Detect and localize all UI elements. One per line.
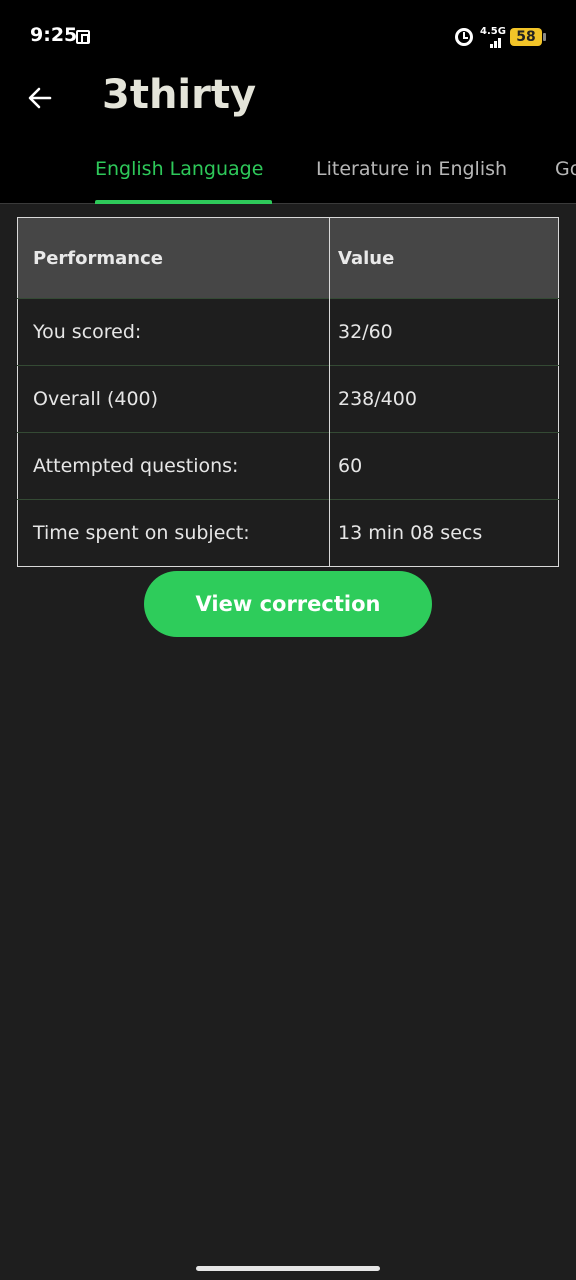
- row-label: Time spent on subject:: [17, 499, 330, 567]
- row-value: 60: [329, 432, 559, 500]
- signal-icon: 4.5G: [480, 26, 506, 48]
- table-row: Overall (400) 238/400: [17, 365, 559, 433]
- top-bar: 9:25 4.5G 58 3thirty English Language Li…: [0, 0, 576, 204]
- tab-truncated[interactable]: Go: [555, 158, 576, 180]
- row-label: Overall (400): [17, 365, 330, 433]
- row-label: Attempted questions:: [17, 432, 330, 500]
- status-bar: 9:25 4.5G 58: [0, 0, 576, 72]
- active-tab-indicator: [95, 200, 272, 204]
- table-row: You scored: 32/60: [17, 298, 559, 366]
- column-header-value: Value: [329, 217, 559, 299]
- column-header-performance: Performance: [17, 217, 330, 299]
- alarm-icon: [455, 28, 473, 46]
- tab-literature-in-english[interactable]: Literature in English: [316, 158, 507, 180]
- page-title: 3thirty: [102, 72, 257, 118]
- row-label: You scored:: [17, 298, 330, 366]
- row-value: 13 min 08 secs: [329, 499, 559, 567]
- subject-tabs: English Language Literature in English G…: [0, 150, 576, 204]
- arrow-left-icon: [28, 87, 52, 109]
- network-type-label: 4.5G: [480, 26, 506, 37]
- status-time: 9:25: [30, 24, 78, 46]
- row-value: 32/60: [329, 298, 559, 366]
- view-correction-button[interactable]: View correction: [144, 571, 432, 637]
- table-header-row: Performance Value: [17, 217, 559, 299]
- home-indicator[interactable]: [196, 1266, 380, 1271]
- table-row: Time spent on subject: 13 min 08 secs: [17, 499, 559, 567]
- back-button[interactable]: [22, 80, 58, 116]
- app-header: 3thirty: [0, 72, 576, 132]
- battery-icon: 58: [510, 28, 546, 46]
- parking-icon: [76, 30, 90, 44]
- table-row: Attempted questions: 60: [17, 432, 559, 500]
- tab-english-language[interactable]: English Language: [95, 158, 263, 180]
- performance-table: Performance Value You scored: 32/60 Over…: [17, 217, 559, 567]
- row-value: 238/400: [329, 365, 559, 433]
